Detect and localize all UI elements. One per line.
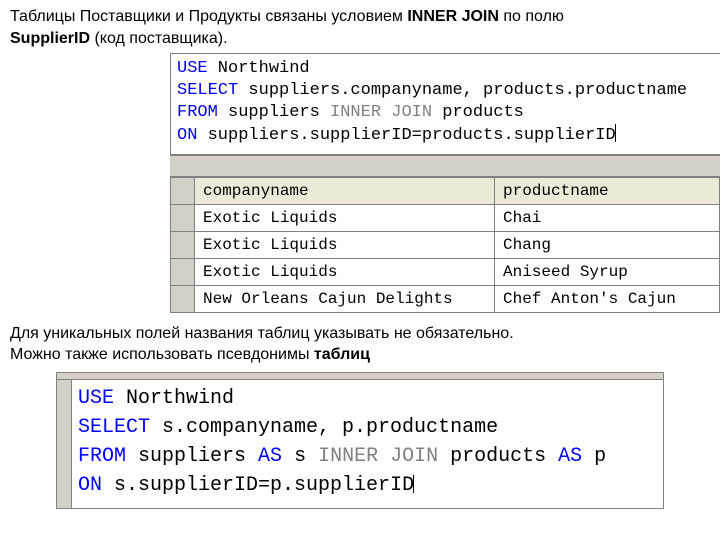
sql-keyword: SELECT	[78, 416, 150, 439]
sql-keyword: AS	[258, 445, 282, 468]
sql-text	[381, 103, 391, 122]
intro-text: Таблицы Поставщики и Продукты связаны ус…	[10, 8, 407, 25]
sql-editor-2-gutter	[56, 379, 71, 509]
intro-bold-innerjoin: INNER JOIN	[407, 8, 499, 25]
sql-text: Northwind	[208, 59, 310, 78]
para2-line1: Для уникальных полей названия таблиц ука…	[10, 325, 514, 342]
sql-keyword: USE	[177, 59, 208, 78]
sql-editor-2-frame: USE Northwind SELECT s.companyname, p.pr…	[56, 372, 664, 509]
table-header-row: companyname productname	[171, 177, 720, 204]
intro-text: по полю	[499, 8, 564, 25]
row-number[interactable]	[171, 285, 195, 312]
cell[interactable]: Chai	[495, 204, 720, 231]
sql-text: s.supplierID=p.supplierID	[102, 474, 414, 497]
table-row: New Orleans Cajun Delights Chef Anton's …	[171, 285, 720, 312]
sql-keyword: FROM	[78, 445, 126, 468]
sql-keyword: JOIN	[391, 103, 432, 122]
table-row: Exotic Liquids Aniseed Syrup	[171, 258, 720, 285]
cell[interactable]: New Orleans Cajun Delights	[195, 285, 495, 312]
table-row: Exotic Liquids Chang	[171, 231, 720, 258]
row-number[interactable]	[171, 204, 195, 231]
sql-text: p	[582, 445, 606, 468]
intro-paragraph: Таблицы Поставщики и Продукты связаны ус…	[0, 0, 720, 53]
sql-text: products	[432, 103, 524, 122]
cell[interactable]: Exotic Liquids	[195, 231, 495, 258]
sql-text: suppliers.supplierID=products.supplierID	[197, 126, 615, 145]
sql-text	[378, 445, 390, 468]
sql-keyword: USE	[78, 387, 114, 410]
cell[interactable]: Exotic Liquids	[195, 258, 495, 285]
sql-text: Northwind	[114, 387, 234, 410]
sql-text: s	[282, 445, 318, 468]
row-header-blank	[171, 177, 195, 204]
paragraph-2: Для уникальных полей названия таблиц ука…	[0, 313, 720, 366]
sql-editor-2-topbar	[56, 372, 664, 379]
cell[interactable]: Exotic Liquids	[195, 204, 495, 231]
sql-text: suppliers	[126, 445, 258, 468]
col-header[interactable]: companyname	[195, 177, 495, 204]
sql-text: suppliers	[218, 103, 330, 122]
sql-keyword: ON	[177, 126, 197, 145]
para2-bold: таблиц	[314, 346, 370, 363]
sql-keyword: AS	[558, 445, 582, 468]
row-number[interactable]	[171, 231, 195, 258]
sql-text: s.companyname, p.productname	[150, 416, 498, 439]
sql-keyword: SELECT	[177, 81, 238, 100]
results-table: companyname productname Exotic Liquids C…	[170, 177, 720, 313]
grid-toolbar	[170, 156, 720, 177]
sql-keyword: ON	[78, 474, 102, 497]
sql-keyword: INNER	[318, 445, 378, 468]
sql-keyword: INNER	[330, 103, 381, 122]
sql-text: suppliers.companyname, products.productn…	[238, 81, 687, 100]
intro-text: (код поставщика).	[90, 30, 228, 47]
sql-keyword: JOIN	[390, 445, 438, 468]
col-header[interactable]: productname	[495, 177, 720, 204]
sql-editor-2[interactable]: USE Northwind SELECT s.companyname, p.pr…	[71, 379, 664, 509]
row-number[interactable]	[171, 258, 195, 285]
sql-editor-1[interactable]: USE Northwind SELECT suppliers.companyna…	[170, 53, 720, 154]
para2-line2: Можно также использовать псевдонимы	[10, 346, 314, 363]
sql-text: products	[438, 445, 558, 468]
cell[interactable]: Aniseed Syrup	[495, 258, 720, 285]
cell[interactable]: Chef Anton's Cajun	[495, 285, 720, 312]
intro-bold-supplierid: SupplierID	[10, 30, 90, 47]
sql-keyword: FROM	[177, 103, 218, 122]
table-row: Exotic Liquids Chai	[171, 204, 720, 231]
results-grid: companyname productname Exotic Liquids C…	[170, 155, 720, 313]
cell[interactable]: Chang	[495, 231, 720, 258]
